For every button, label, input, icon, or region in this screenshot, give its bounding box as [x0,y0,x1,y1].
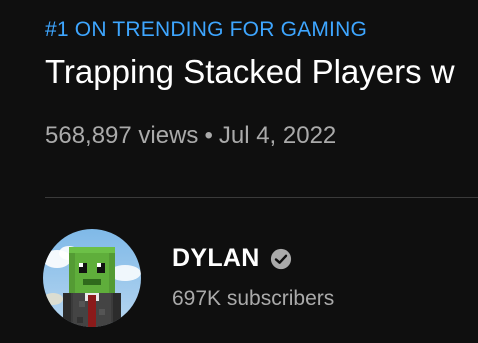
view-count: 568,897 views [45,122,199,149]
meta-separator: • [204,122,213,149]
channel-avatar[interactable] [43,229,141,327]
trending-badge[interactable]: #1 ON TRENDING FOR GAMING [45,18,367,42]
divider [45,197,478,198]
subscriber-count: 697K subscribers [172,287,335,310]
video-title: Trapping Stacked Players w [45,53,455,90]
channel-name-row[interactable]: DYLAN [172,244,292,273]
verified-checkmark-icon [270,248,291,269]
upload-date: Jul 4, 2022 [218,122,337,149]
minecraft-skin-avatar-icon [43,229,141,327]
channel-name[interactable]: DYLAN [172,244,260,273]
video-meta: 568,897 views • Jul 4, 2022 [45,122,336,150]
